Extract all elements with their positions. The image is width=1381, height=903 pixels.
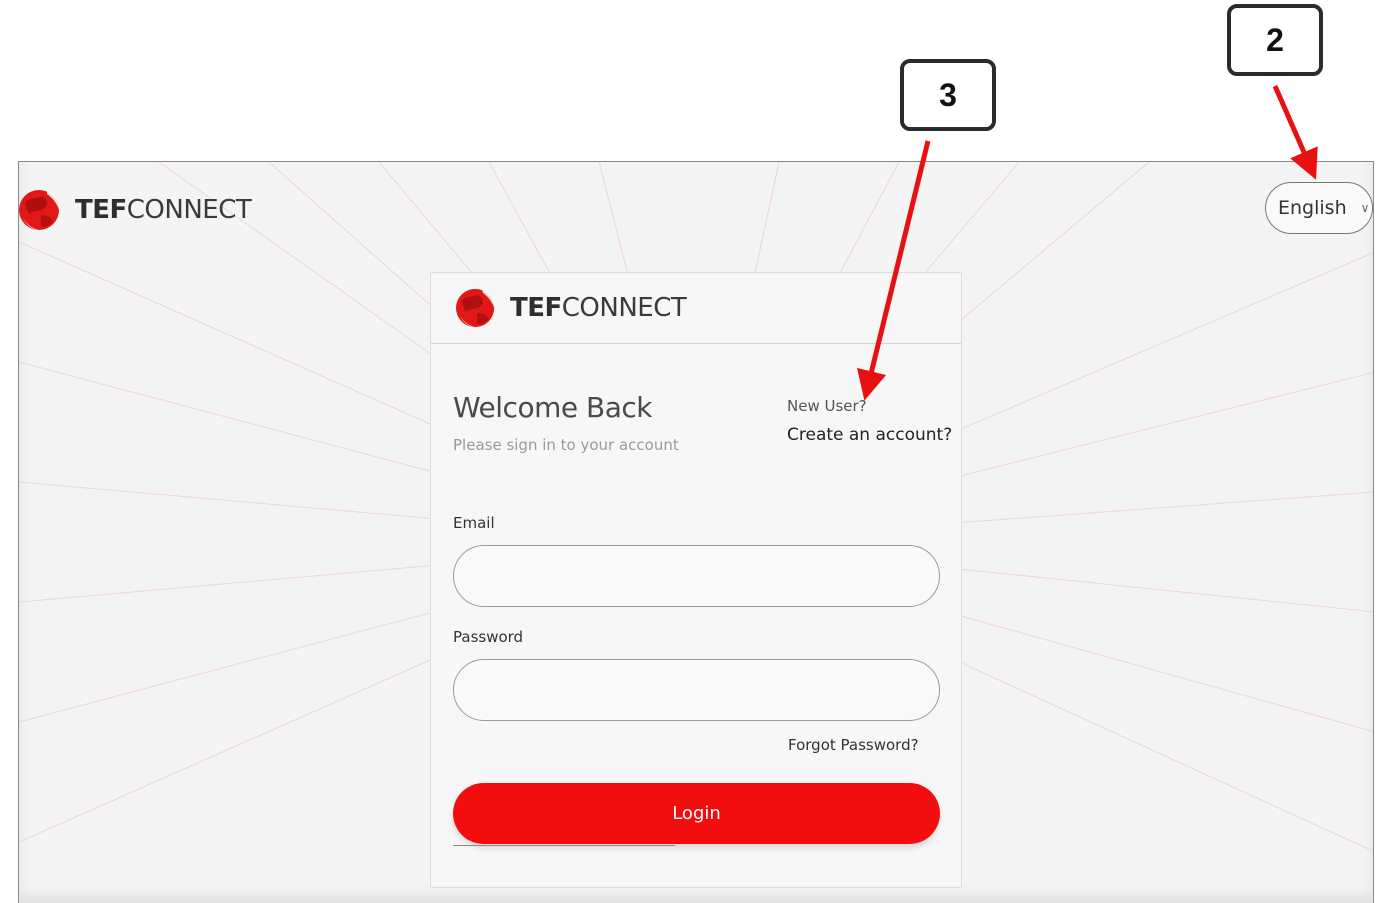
password-field[interactable] [453, 659, 940, 721]
login-screen: TEFCONNECT English ∨ TEFCONNECT Welcome … [18, 161, 1374, 903]
chevron-down-icon: ∨ [1360, 201, 1370, 215]
password-label: Password [453, 628, 524, 646]
header-logo[interactable]: TEFCONNECT [19, 184, 252, 236]
callout-badge-3: 3 [900, 59, 996, 131]
divider [453, 845, 675, 846]
card-brand-name: TEFCONNECT [510, 293, 687, 323]
red-globe-icon [19, 190, 59, 230]
new-user-text: New User? [787, 397, 867, 415]
language-selector[interactable]: English ∨ [1265, 182, 1373, 234]
create-account-link[interactable]: Create an account? [787, 425, 952, 445]
red-arrow-icon [1272, 84, 1318, 180]
red-globe-icon [456, 288, 495, 328]
language-value: English [1278, 197, 1347, 219]
email-field[interactable] [453, 545, 940, 607]
card-header-logo: TEFCONNECT [431, 273, 961, 344]
login-button[interactable]: Login [453, 783, 940, 844]
callout-badge-2: 2 [1227, 4, 1323, 76]
brand-name: TEFCONNECT [75, 195, 252, 225]
login-card: TEFCONNECT Welcome Back Please sign in t… [430, 272, 962, 888]
page-subtitle: Please sign in to your account [453, 436, 679, 454]
email-label: Email [453, 514, 495, 532]
forgot-password-link[interactable]: Forgot Password? [788, 736, 919, 754]
page-title: Welcome Back [453, 391, 652, 424]
